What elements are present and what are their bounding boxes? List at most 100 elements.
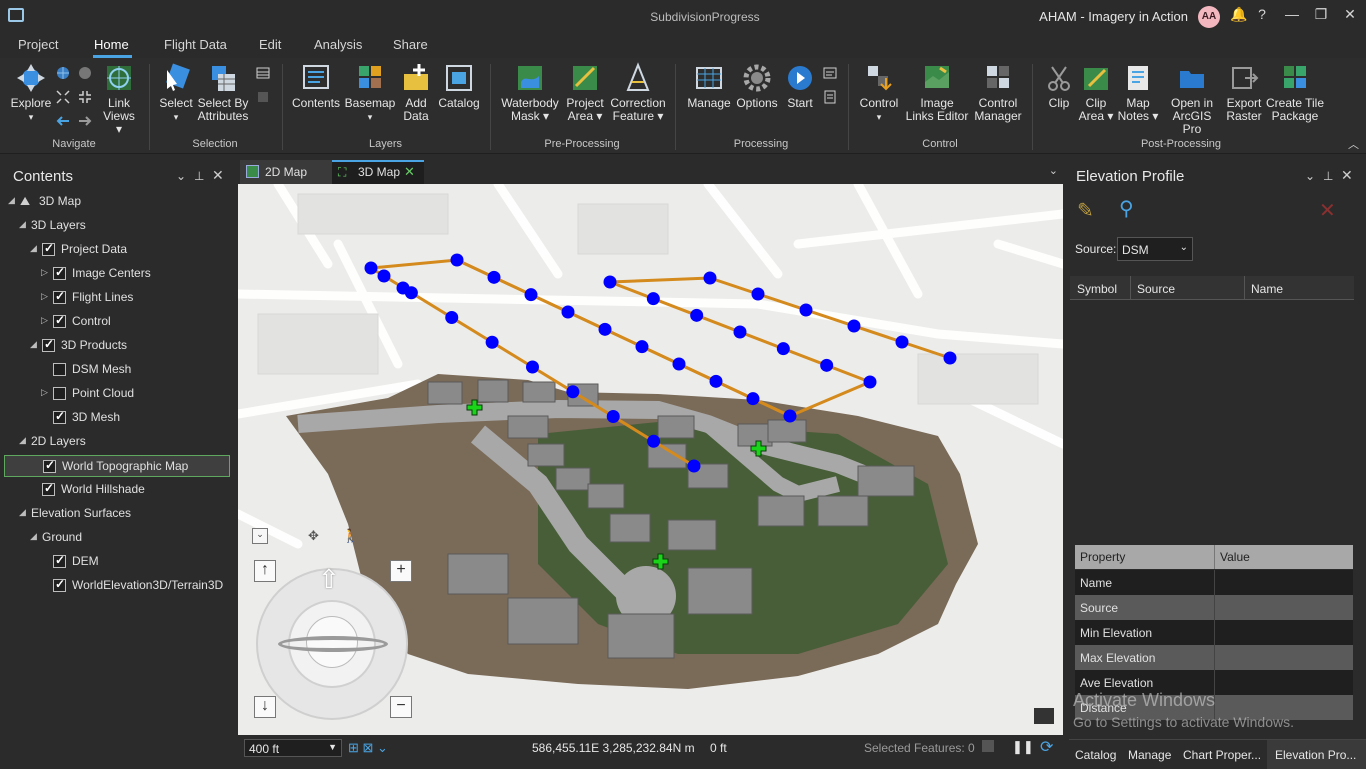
tab-edit[interactable]: Edit — [259, 37, 281, 52]
map-notes-button[interactable]: Map Notes ▾ — [1117, 62, 1159, 123]
image-center-point[interactable] — [445, 311, 459, 324]
layer-checkbox[interactable] — [53, 577, 66, 592]
image-center-point[interactable] — [783, 409, 797, 423]
image-center-point[interactable] — [566, 385, 580, 399]
notification-icon[interactable]: 🔔 — [1229, 6, 1249, 23]
source-select[interactable]: DSM ⌄ — [1117, 237, 1193, 261]
tab-3d-map[interactable]: ⛶ 3D Map ✕ — [332, 160, 424, 184]
tree-item[interactable]: 3D Mesh — [4, 407, 230, 429]
image-center-point[interactable] — [524, 288, 538, 302]
tree-item[interactable]: WorldElevation3D/Terrain3D — [4, 575, 230, 597]
forward-arrow-icon[interactable] — [78, 114, 92, 128]
layer-checkbox[interactable] — [42, 337, 55, 352]
tree-item[interactable]: ▷ Point Cloud — [4, 383, 230, 405]
image-center-point[interactable] — [776, 342, 790, 356]
pause-icon[interactable]: ❚❚ — [1012, 739, 1034, 755]
image-center-point[interactable] — [820, 358, 834, 372]
layer-checkbox[interactable] — [42, 481, 55, 496]
collapse-ribbon-icon[interactable]: ︿ — [1348, 136, 1359, 152]
create-tile-package-button[interactable]: Create Tile Package — [1265, 62, 1325, 123]
avatar[interactable]: AA — [1198, 6, 1220, 28]
navigator-ring[interactable]: ⇧ — [256, 564, 408, 720]
options-button[interactable]: Options — [735, 62, 779, 110]
navigator-toggle-button[interactable]: ⌄ — [252, 528, 268, 544]
tab-analysis[interactable]: Analysis — [314, 37, 362, 52]
clear-selection-icon[interactable] — [982, 740, 994, 752]
panel-menu-icon[interactable]: ⌄ — [1305, 169, 1315, 183]
layer-checkbox[interactable] — [53, 363, 66, 376]
image-center-point[interactable] — [733, 325, 747, 339]
expand-arrow-icon[interactable]: ◢ — [8, 195, 15, 206]
panel-menu-icon[interactable]: ⌄ — [176, 169, 186, 183]
tree-item[interactable]: ◢ Project Data — [4, 239, 230, 261]
first-person-icon[interactable]: 🚶 — [342, 528, 358, 544]
catalog-button[interactable]: Catalog — [437, 62, 481, 110]
image-center-point[interactable] — [606, 410, 620, 423]
tree-item[interactable]: ▷ Control — [4, 311, 230, 333]
expand-arrow-icon[interactable]: ▷ — [41, 387, 48, 398]
tab-share[interactable]: Share — [393, 37, 428, 52]
image-center-point[interactable] — [364, 261, 378, 275]
contents-button[interactable]: Contents — [290, 62, 342, 110]
tab-2d-map[interactable]: 2D Map — [240, 160, 332, 184]
export-raster-button[interactable]: Export Raster — [1224, 62, 1264, 123]
grid-icon[interactable]: ⊞ ⊠ ⌄ — [348, 740, 388, 756]
expand-arrow-icon[interactable]: ◢ — [30, 339, 37, 350]
map-layers-icon[interactable] — [1034, 708, 1054, 724]
start-button[interactable]: Start — [783, 62, 817, 110]
tab-chart-properties[interactable]: Chart Proper... — [1183, 748, 1261, 762]
project-area-button[interactable]: Project Area ▾ — [563, 62, 607, 123]
control-button[interactable]: Control ▾ — [857, 62, 901, 124]
layer-checkbox[interactable] — [53, 289, 66, 304]
property-header[interactable]: Property — [1080, 550, 1125, 564]
image-center-point[interactable] — [703, 271, 717, 285]
tab-flight-data[interactable]: Flight Data — [164, 37, 227, 52]
restore-button[interactable]: ❐ — [1311, 6, 1331, 23]
explore-button[interactable]: Explore ▾ — [8, 62, 54, 124]
tree-item[interactable]: World Hillshade — [4, 479, 230, 501]
portal-name[interactable]: AHAM - Imagery in Action — [1039, 9, 1188, 24]
tree-item[interactable]: ◢ 2D Layers — [4, 431, 230, 453]
north-arrow-icon[interactable]: ⇧ — [318, 564, 340, 595]
image-center-point[interactable] — [895, 335, 909, 349]
image-center-point[interactable] — [635, 340, 649, 354]
pin-icon[interactable]: ⊥ — [1323, 169, 1333, 183]
tab-project[interactable]: Project — [18, 37, 58, 52]
image-center-point[interactable] — [943, 351, 957, 365]
clear-selection-icon[interactable] — [256, 90, 270, 104]
layer-checkbox[interactable] — [43, 458, 56, 473]
link-views-button[interactable]: Link Views ▾ — [99, 62, 139, 136]
help-icon[interactable]: ? — [1252, 6, 1272, 22]
image-center-point[interactable] — [647, 434, 661, 448]
symbol-header[interactable]: Symbol — [1077, 282, 1117, 296]
tab-catalog[interactable]: Catalog — [1075, 748, 1116, 762]
tree-item[interactable]: DEM — [4, 551, 230, 573]
open-in-arcgis-pro-button[interactable]: Open in ArcGIS Pro — [1162, 62, 1222, 136]
tree-item[interactable]: World Topographic Map — [4, 455, 230, 477]
back-arrow-icon[interactable] — [56, 114, 70, 128]
tree-item[interactable]: ▷ Image Centers — [4, 263, 230, 285]
image-center-point[interactable] — [377, 269, 391, 283]
image-center-point[interactable] — [646, 292, 660, 306]
tree-item[interactable]: ◢ Elevation Surfaces — [4, 503, 230, 525]
image-center-point[interactable] — [526, 360, 539, 374]
image-center-point[interactable] — [690, 308, 704, 322]
image-center-point[interactable] — [450, 253, 464, 267]
scale-select[interactable]: 400 ft ▼ — [244, 739, 342, 757]
zoom-in-fixed-icon[interactable] — [56, 90, 70, 104]
image-center-point[interactable] — [603, 275, 617, 289]
image-center-point[interactable] — [746, 392, 760, 406]
basemap-button[interactable]: Basemap ▾ — [344, 62, 396, 124]
layer-checkbox[interactable] — [53, 265, 66, 280]
expand-arrow-icon[interactable]: ◢ — [30, 243, 37, 254]
expand-arrow-icon[interactable]: ▷ — [41, 267, 48, 278]
draw-profile-icon[interactable]: ✎ — [1077, 198, 1094, 223]
tab-home[interactable]: Home — [94, 37, 129, 52]
image-center-point[interactable] — [709, 374, 723, 388]
log-icon[interactable] — [823, 66, 837, 80]
image-center-point[interactable] — [863, 375, 877, 389]
minimize-button[interactable]: — — [1282, 6, 1302, 22]
expand-arrow-icon[interactable]: ◢ — [19, 435, 26, 446]
tab-elevation-profile[interactable]: Elevation Pro... — [1267, 740, 1366, 769]
image-center-point[interactable] — [799, 303, 813, 317]
